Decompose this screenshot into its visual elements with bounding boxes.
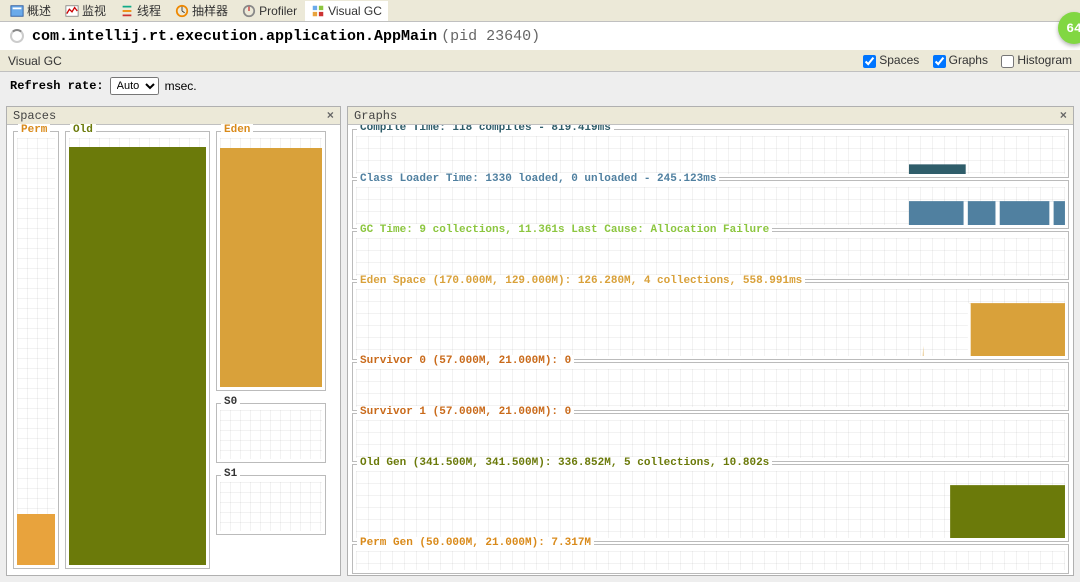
graph-survivor1: Survivor 1 (57.000M, 21.000M): 0 (352, 413, 1069, 462)
close-spaces-icon[interactable]: × (327, 109, 334, 123)
space-s0-label: S0 (221, 396, 240, 408)
graph-compile-time: Compile Time: 118 compiles - 819.419ms (352, 129, 1069, 178)
app-title-bar: com.intellij.rt.execution.application.Ap… (0, 22, 1080, 50)
refresh-rate-row: Refresh rate: Auto msec. (0, 72, 1080, 100)
view-checks: Spaces Graphs Histogram (853, 53, 1072, 67)
space-s0: S0 (216, 403, 326, 463)
graph-survivor0: Survivor 0 (57.000M, 21.000M): 0 (352, 362, 1069, 411)
graph-oldgen: Old Gen (341.500M, 341.500M): 336.852M, … (352, 464, 1069, 542)
panel-spaces-header: Spaces × (7, 107, 340, 125)
tab-overview[interactable]: 概述 (4, 1, 57, 21)
space-s1: S1 (216, 475, 326, 535)
refresh-label: Refresh rate: (10, 79, 104, 93)
graph-eden: Eden Space (170.000M, 129.000M): 126.280… (352, 282, 1069, 360)
panel-graphs: Graphs × Compile Time: 118 compiles - 81… (347, 106, 1074, 576)
close-graphs-icon[interactable]: × (1060, 109, 1067, 123)
refresh-rate-select[interactable]: Auto (110, 77, 159, 95)
panel-spaces: Spaces × Perm Old Eden (6, 106, 341, 576)
tab-profiler[interactable]: Profiler (236, 1, 303, 21)
space-old-label: Old (70, 124, 96, 136)
tab-visualgc[interactable]: Visual GC (305, 1, 388, 21)
main-area: Spaces × Perm Old Eden (0, 100, 1080, 582)
graph-class-loader: Class Loader Time: 1330 loaded, 0 unload… (352, 180, 1069, 229)
check-graphs[interactable]: Graphs (933, 53, 988, 67)
graph-gc-time: GC Time: 9 collections, 11.361s Last Cau… (352, 231, 1069, 280)
space-eden: Eden (216, 131, 326, 391)
space-old: Old (65, 131, 210, 569)
space-perm: Perm (13, 131, 59, 569)
app-pid: (pid 23640) (441, 28, 540, 45)
app-main-class: com.intellij.rt.execution.application.Ap… (32, 28, 437, 45)
panel-graphs-header: Graphs × (348, 107, 1073, 125)
space-perm-label: Perm (18, 124, 50, 136)
tab-sampler[interactable]: 抽样器 (169, 1, 234, 21)
tab-threads[interactable]: 线程 (114, 1, 167, 21)
space-eden-label: Eden (221, 124, 253, 136)
graph-permgen: Perm Gen (50.000M, 21.000M): 7.317M (352, 544, 1069, 574)
check-histogram[interactable]: Histogram (1001, 53, 1072, 67)
tab-monitor[interactable]: 监视 (59, 1, 112, 21)
bitness-badge: 64 (1058, 12, 1080, 44)
space-s1-label: S1 (221, 468, 240, 480)
main-toolbar: 概述 监视 线程 抽样器 Profiler Visual GC (0, 0, 1080, 22)
subtab-title: Visual GC (8, 54, 853, 68)
check-spaces[interactable]: Spaces (863, 53, 919, 67)
refresh-unit: msec. (165, 79, 197, 93)
loading-spinner-icon (10, 29, 24, 43)
subtab-bar: Visual GC Spaces Graphs Histogram (0, 50, 1080, 72)
